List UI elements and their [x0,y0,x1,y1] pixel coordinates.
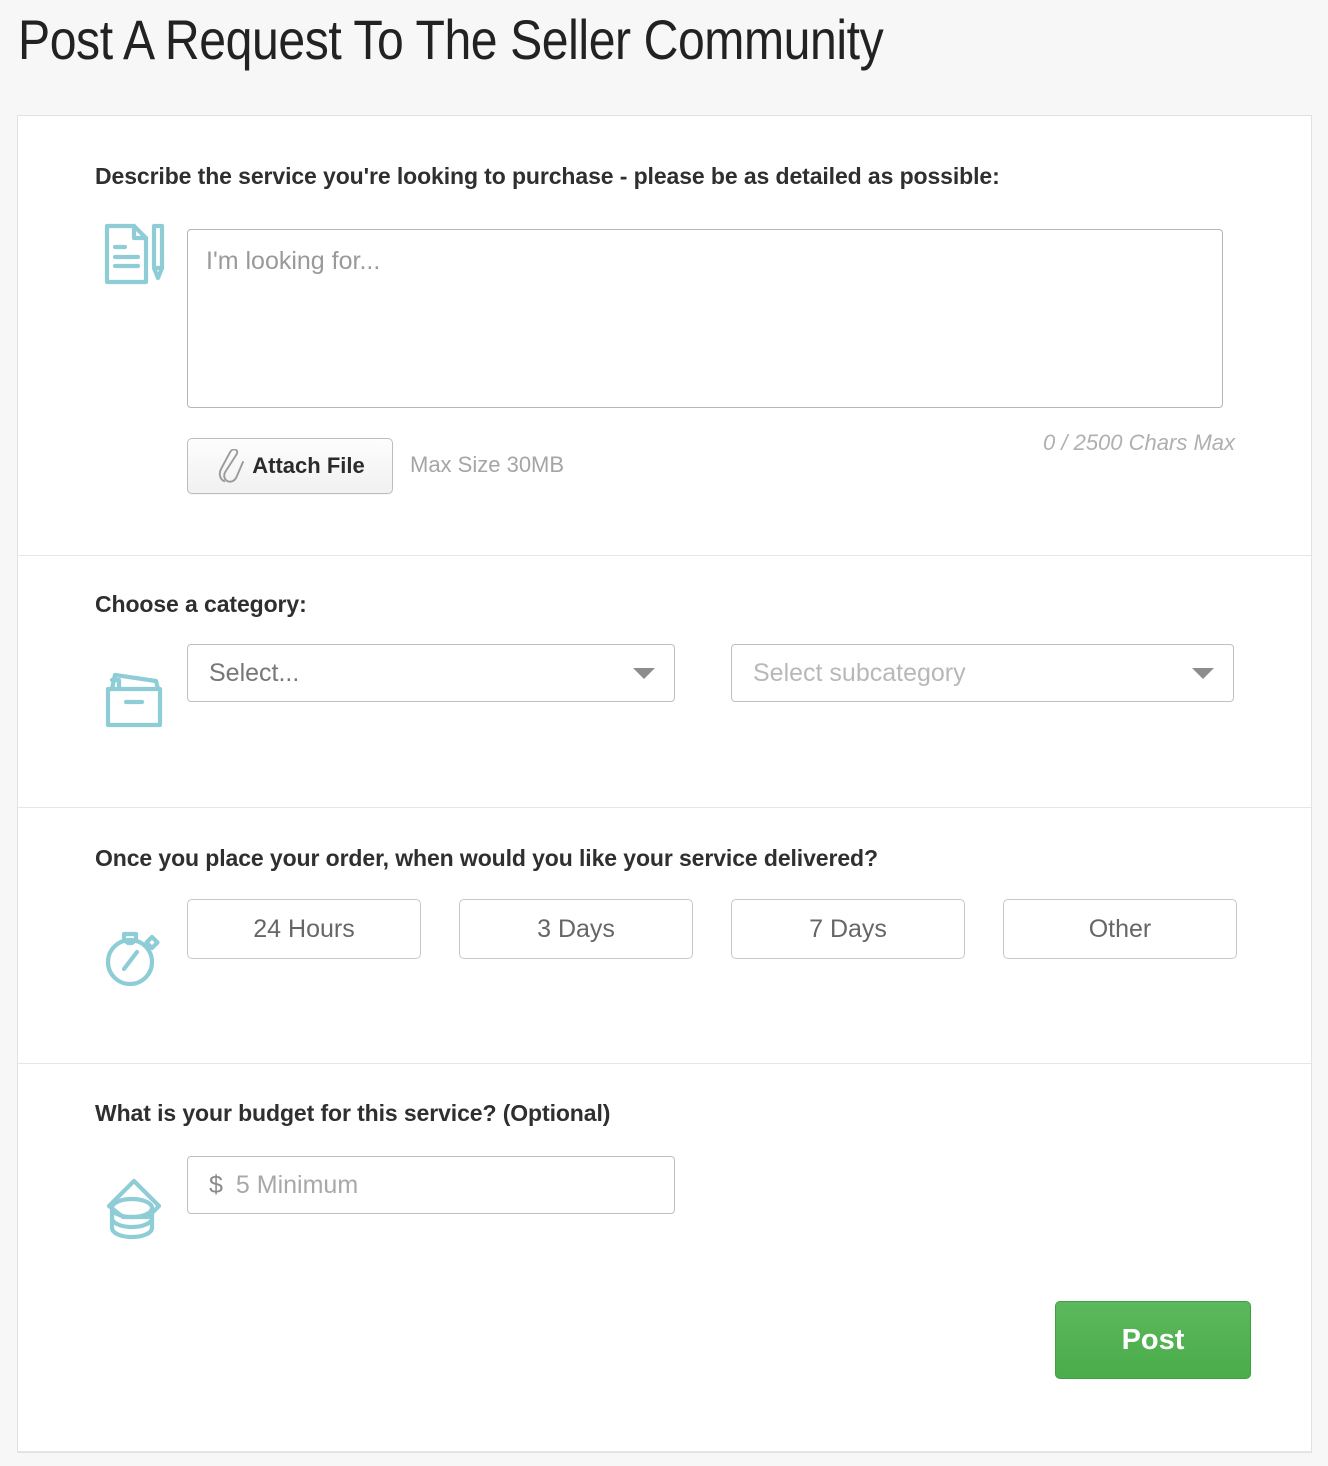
budget-input[interactable] [222,1157,674,1213]
coins-icon [101,1178,167,1244]
chevron-down-icon [633,667,655,679]
char-counter: 0 / 2500 Chars Max [1043,430,1235,455]
attach-file-button[interactable]: Attach File [187,438,393,494]
delivery-option-7-days[interactable]: 7 Days [731,899,965,959]
budget-section: What is your budget for this service? (O… [18,1064,1311,1452]
delivery-option-24-hours[interactable]: 24 Hours [187,899,421,959]
currency-symbol: $ [209,1170,223,1199]
delivery-option-3-days[interactable]: 3 Days [459,899,693,959]
category-select[interactable]: Select... [187,644,675,702]
description-textarea[interactable] [187,229,1223,408]
max-size-text: Max Size 30MB [410,452,565,477]
describe-label: Describe the service you're looking to p… [95,163,1000,189]
file-box-icon [101,667,167,733]
attach-file-label: Attach File [252,453,365,478]
request-form-card: Describe the service you're looking to p… [17,115,1312,1453]
paperclip-icon [219,449,245,483]
subcategory-select-value: Select subcategory [753,658,966,687]
page-title: Post A Request To The Seller Community [18,8,884,71]
post-request-page: Post A Request To The Seller Community D… [0,0,1328,1466]
delivery-label: Once you place your order, when would yo… [95,845,878,871]
post-button[interactable]: Post [1055,1301,1251,1379]
category-select-value: Select... [209,658,300,687]
stopwatch-icon [101,924,167,990]
budget-field[interactable]: $ [187,1156,675,1214]
budget-label: What is your budget for this service? (O… [95,1100,611,1126]
subcategory-select[interactable]: Select subcategory [731,644,1234,702]
document-pencil-icon [101,221,167,287]
category-section: Choose a category: Select... Select subc… [18,556,1311,808]
delivery-section: Once you place your order, when would yo… [18,808,1311,1064]
category-label: Choose a category: [95,591,307,617]
delivery-option-other[interactable]: Other [1003,899,1237,959]
chevron-down-icon [1192,667,1214,679]
